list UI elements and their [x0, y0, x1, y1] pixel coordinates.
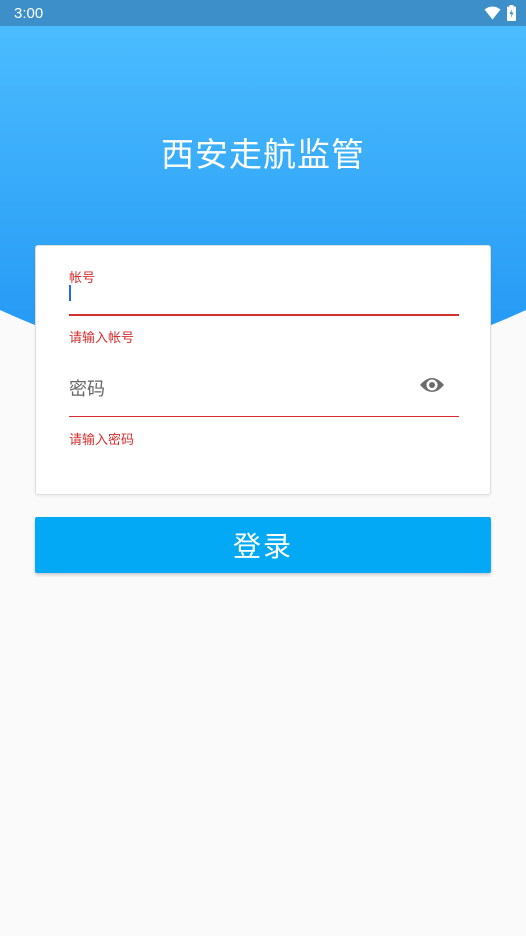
account-input[interactable] — [69, 282, 459, 314]
battery-charging-icon — [507, 5, 516, 21]
login-button[interactable]: 登录 — [35, 517, 491, 573]
text-cursor — [69, 285, 71, 301]
password-field-underline — [69, 416, 459, 417]
login-form-card: 帐号 请输入帐号 密码 请输入密码 — [35, 245, 491, 495]
status-time: 3:00 — [14, 4, 44, 22]
status-icons — [484, 5, 516, 21]
account-field-underline — [69, 314, 459, 316]
eye-icon[interactable] — [419, 374, 445, 396]
account-error-text: 请输入帐号 — [69, 331, 135, 346]
password-error-text: 请输入密码 — [69, 433, 135, 448]
status-bar: 3:00 — [0, 0, 526, 26]
password-input[interactable]: 密码 — [69, 364, 409, 414]
password-placeholder: 密码 — [69, 379, 105, 400]
wifi-icon — [484, 6, 501, 20]
app-title: 西安走航监管 — [161, 135, 365, 174]
